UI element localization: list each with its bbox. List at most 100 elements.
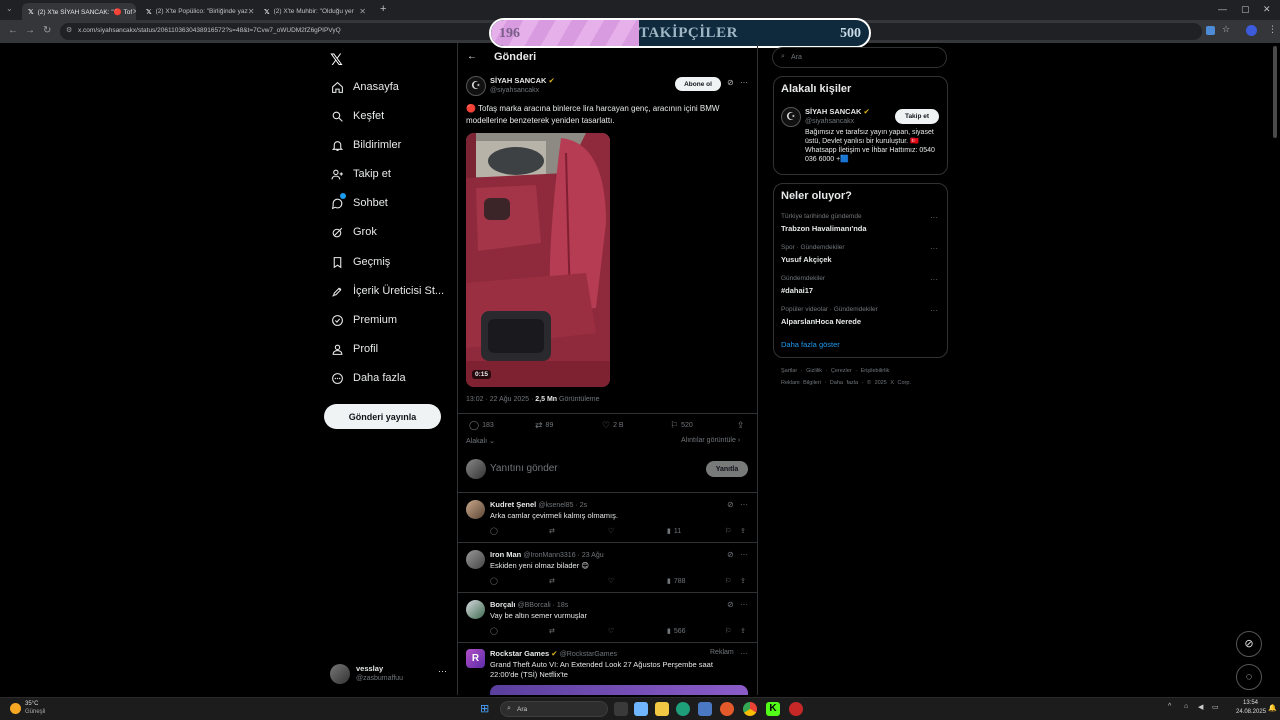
reply-input[interactable]: Yanıtını gönder	[490, 463, 558, 474]
repost-icon[interactable]: ⇄	[549, 627, 555, 635]
back-icon[interactable]: ←	[8, 25, 18, 36]
nav-chat[interactable]: Sohbet	[330, 193, 388, 213]
reply-action[interactable]: ◯ 183	[469, 420, 494, 431]
site-info-icon[interactable]: ⚙	[66, 26, 72, 34]
views-stat[interactable]: ▮ 788	[667, 577, 686, 586]
reload-icon[interactable]: ↻	[43, 25, 51, 36]
page-scrollbar[interactable]	[1273, 46, 1277, 138]
battery-icon[interactable]: ▭	[1212, 703, 1219, 711]
network-icon[interactable]: ⌂	[1184, 703, 1188, 710]
forward-icon[interactable]: →	[25, 25, 35, 36]
profile-avatar-icon[interactable]	[1246, 25, 1257, 36]
repost-icon[interactable]: ⇄	[549, 527, 555, 535]
ad-media[interactable]	[490, 685, 748, 695]
trend-more-icon[interactable]: ···	[930, 213, 938, 222]
related-avatar[interactable]: ☪	[781, 107, 801, 127]
nav-explore[interactable]: Keşfet	[330, 106, 384, 126]
reply-icon[interactable]: ◯	[490, 577, 498, 585]
clock-date[interactable]: 24.08.2025	[1236, 709, 1266, 715]
new-tab-icon[interactable]: +	[380, 3, 386, 15]
firefox-icon[interactable]	[720, 702, 734, 716]
nav-profile[interactable]: Profil	[330, 339, 378, 359]
heart-icon[interactable]: ♡	[608, 527, 614, 535]
post-button[interactable]: Gönderi yayınla	[324, 404, 441, 429]
trend-more-icon[interactable]: ···	[930, 244, 938, 253]
windows-start-icon[interactable]: ⊞	[480, 702, 489, 715]
reply-author[interactable]: Iron Man	[490, 550, 521, 559]
nav-home[interactable]: Anasayfa	[330, 77, 399, 97]
avatar[interactable]	[466, 600, 485, 619]
reply-icon[interactable]: ◯	[490, 627, 498, 635]
footer-link[interactable]: Daha fazla	[830, 380, 858, 386]
search-input[interactable]: ⌕ Ara	[772, 47, 947, 68]
grok-icon[interactable]: ⊘	[727, 78, 734, 87]
share-icon[interactable]: ⇪	[740, 527, 746, 535]
nav-follow[interactable]: Takip et	[330, 164, 391, 184]
edge-icon[interactable]	[676, 702, 690, 716]
bookmark-icon[interactable]: ⚐	[725, 577, 731, 585]
post-more-icon[interactable]: ···	[740, 78, 748, 87]
reply-author[interactable]: Borçalı	[490, 600, 515, 609]
bookmark-icon[interactable]: ⚐	[725, 527, 731, 535]
task-view-icon[interactable]	[614, 702, 628, 716]
bookmark-star-icon[interactable]: ☆	[1222, 24, 1230, 35]
view-quotes-link[interactable]: Alıntılar görüntüle ›	[681, 437, 740, 444]
close-tab-icon[interactable]: ✕	[359, 7, 366, 16]
x-logo-icon[interactable]: 𝕏	[330, 50, 343, 70]
footer-link[interactable]: Çerezler	[831, 368, 852, 374]
store-icon[interactable]	[698, 702, 712, 716]
ad-author[interactable]: Rockstar Games	[490, 649, 549, 658]
avatar[interactable]	[466, 500, 485, 519]
follow-button[interactable]: Takip et	[895, 109, 939, 124]
file-explorer-icon[interactable]	[655, 702, 669, 716]
share-icon[interactable]: ⇪	[740, 577, 746, 585]
browser-menu-icon[interactable]: ⋮	[1268, 24, 1277, 35]
heart-icon[interactable]: ♡	[608, 577, 614, 585]
nav-history[interactable]: Geçmiş	[330, 252, 390, 272]
close-tab-icon[interactable]: ✕	[248, 7, 254, 16]
maximize-icon[interactable]: ▢	[1241, 4, 1250, 15]
nav-grok[interactable]: Grok	[330, 222, 377, 242]
volume-icon[interactable]: ◀	[1198, 703, 1203, 711]
clock-time[interactable]: 13:54	[1243, 700, 1258, 706]
share-icon[interactable]: ⇪	[737, 420, 745, 431]
grok-float-icon[interactable]: ⊘	[1236, 631, 1262, 657]
footer-link[interactable]: Gizlilik	[806, 368, 822, 374]
notification-bell-icon[interactable]: 🔔	[1268, 704, 1277, 712]
grok-icon[interactable]: ⊘	[727, 500, 734, 509]
repost-icon[interactable]: ⇄	[549, 577, 555, 585]
rockstar-logo-icon[interactable]: R	[466, 649, 485, 668]
like-action[interactable]: ♡ 2 B	[602, 420, 624, 431]
trend-more-icon[interactable]: ···	[930, 275, 938, 284]
show-more-link[interactable]: Daha fazla göster	[781, 340, 840, 349]
trend-item[interactable]: Türkiye tarihinde gündemde Trabzon Haval…	[781, 213, 867, 233]
heart-icon[interactable]: ♡	[608, 627, 614, 635]
minimize-icon[interactable]: —	[1218, 4, 1227, 14]
author-avatar[interactable]: ☪	[466, 76, 486, 96]
more-icon[interactable]: ···	[740, 550, 748, 559]
messages-float-icon[interactable]: ◌	[1236, 664, 1262, 690]
browser-tab-3[interactable]: 𝕏 (2) X'te Muhbir: "Olduğu yer ✕	[258, 3, 372, 20]
subscribe-button[interactable]: Abone ol	[675, 77, 721, 91]
nav-premium[interactable]: Premium	[330, 310, 397, 330]
nav-notifications[interactable]: Bildirimler	[330, 135, 401, 155]
views-stat[interactable]: ▮ 566	[667, 627, 686, 636]
avatar[interactable]	[466, 550, 485, 569]
more-icon[interactable]: ···	[740, 649, 748, 658]
author-name[interactable]: SİYAH SANCAK ✔	[490, 76, 555, 85]
kick-icon[interactable]: K	[766, 702, 780, 716]
sun-weather-icon[interactable]	[10, 703, 21, 714]
trend-item[interactable]: Gündemdekiler #dahai17	[781, 275, 825, 295]
reply-icon[interactable]: ◯	[490, 527, 498, 535]
trend-item[interactable]: Spor · Gündemdekiler Yusuf Akçiçek	[781, 244, 845, 264]
chrome-icon[interactable]	[743, 702, 757, 716]
close-tab-icon[interactable]: ✕	[132, 7, 136, 16]
trend-item[interactable]: Popüler videolar · Gündemdekiler Alparsl…	[781, 306, 878, 326]
views-stat[interactable]: ▮ 11	[667, 527, 681, 536]
bookmark-icon[interactable]: ⚐	[725, 627, 731, 635]
tab-list-icon[interactable]: ⌄	[6, 4, 13, 13]
nav-creator-studio[interactable]: İçerik Üreticisi St...	[330, 281, 444, 301]
share-icon[interactable]: ⇪	[740, 627, 746, 635]
nav-more[interactable]: Daha fazla	[330, 368, 406, 388]
account-switcher[interactable]: vesslay @zasbumaffuu ···	[330, 663, 450, 685]
